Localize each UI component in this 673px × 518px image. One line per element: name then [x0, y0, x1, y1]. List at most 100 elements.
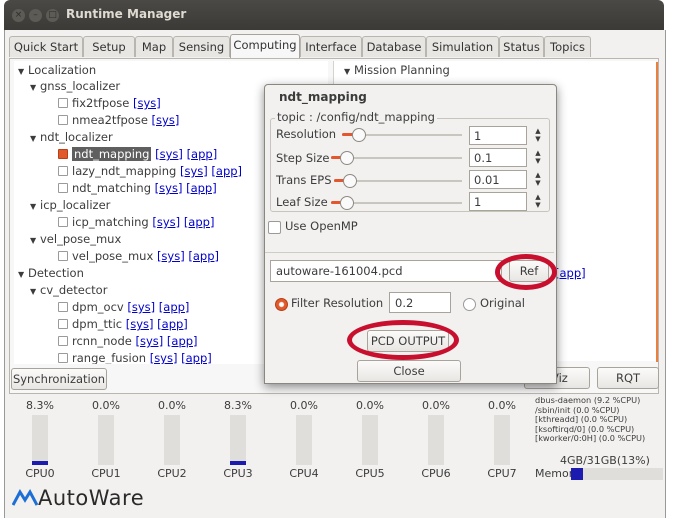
app-link[interactable]: [app]: [187, 147, 218, 161]
app-link[interactable]: [app]: [555, 266, 586, 280]
step-size-spinbox[interactable]: 0.1: [469, 148, 527, 167]
expand-arrow-icon[interactable]: ▼: [344, 64, 354, 80]
memory-usage-text: 4GB/31GB(13%): [560, 454, 650, 467]
leaf-size-label: Leaf Size: [276, 195, 328, 209]
spin-arrows-icon[interactable]: ▲ ▼: [533, 171, 543, 187]
maximize-window-icon[interactable]: □: [46, 9, 59, 22]
tree-item-dpm-ocv[interactable]: dpm_ocv [sys] [app]: [58, 299, 189, 315]
sys-link[interactable]: [sys]: [152, 215, 180, 229]
tree-item-fix2tfpose[interactable]: fix2tfpose [sys]: [58, 95, 161, 111]
minimize-window-icon[interactable]: –: [29, 9, 42, 22]
tree-group-localization[interactable]: ▼ Localization: [18, 62, 96, 78]
tree-item-vel-pose-mux[interactable]: vel_pose_mux [sys] [app]: [58, 248, 219, 264]
tab-simulation[interactable]: Simulation: [426, 36, 499, 57]
checkbox[interactable]: [58, 251, 68, 261]
app-link[interactable]: [app]: [211, 164, 242, 178]
tree-group-ndt-localizer[interactable]: ▼ ndt_localizer: [30, 129, 113, 145]
expand-arrow-icon[interactable]: ▼: [30, 199, 40, 215]
spin-arrows-icon[interactable]: ▲ ▼: [533, 127, 543, 143]
tab-topics[interactable]: Topics: [544, 36, 591, 57]
sys-link[interactable]: [sys]: [180, 164, 208, 178]
tab-status[interactable]: Status: [499, 36, 544, 57]
tree-group-vel-pose-mux[interactable]: ▼ vel_pose_mux: [30, 231, 121, 247]
app-link[interactable]: [app]: [184, 215, 215, 229]
sys-link[interactable]: [sys]: [152, 113, 180, 127]
close-window-icon[interactable]: ×: [12, 9, 25, 22]
sys-link[interactable]: [sys]: [155, 147, 183, 161]
expand-arrow-icon[interactable]: ▼: [30, 284, 40, 300]
tree-group-icp-localizer[interactable]: ▼ icp_localizer: [30, 197, 110, 213]
checkbox[interactable]: [58, 353, 68, 363]
expand-arrow-icon[interactable]: ▼: [18, 64, 28, 80]
tree-group-mission-planning[interactable]: ▼ Mission Planning: [344, 62, 450, 78]
app-link[interactable]: [app]: [188, 249, 219, 263]
app-link[interactable]: [app]: [167, 334, 198, 348]
tab-setup[interactable]: Setup: [83, 36, 135, 57]
leaf-size-slider-handle[interactable]: [340, 196, 354, 210]
app-link[interactable]: [app]: [181, 351, 212, 364]
checkbox[interactable]: [58, 217, 68, 227]
sys-link[interactable]: [sys]: [133, 96, 161, 110]
checkbox[interactable]: [58, 319, 68, 329]
sys-link[interactable]: [sys]: [126, 317, 154, 331]
step-size-slider-handle[interactable]: [340, 151, 354, 165]
sys-link[interactable]: [sys]: [157, 249, 185, 263]
tab-interface[interactable]: Interface: [300, 36, 362, 57]
leaf-size-spinbox[interactable]: 1: [469, 192, 527, 211]
tree-group-cv-detector[interactable]: ▼ cv_detector: [30, 282, 107, 298]
checkbox[interactable]: [58, 98, 68, 108]
trans-eps-slider-handle[interactable]: [343, 174, 357, 188]
tab-map[interactable]: Map: [135, 36, 173, 57]
dialog-title: ndt_mapping: [279, 90, 367, 104]
tree-item-icp-matching[interactable]: icp_matching [sys] [app]: [58, 214, 214, 230]
spin-arrows-icon[interactable]: ▲ ▼: [533, 149, 543, 165]
tree-item-ndt-mapping[interactable]: ndt_mapping [sys] [app]: [58, 146, 217, 162]
checkbox-checked[interactable]: [58, 149, 68, 159]
trans-eps-spinbox[interactable]: 0.01: [469, 170, 527, 189]
resolution-slider-handle[interactable]: [352, 128, 366, 142]
tree-group-gnss-localizer[interactable]: ▼ gnss_localizer: [30, 78, 120, 94]
close-button[interactable]: Close: [357, 360, 461, 382]
tree-group-detection[interactable]: ▼ Detection: [18, 265, 84, 281]
tab-sensing[interactable]: Sensing: [173, 36, 230, 57]
rqt-button[interactable]: RQT: [597, 367, 659, 389]
checkbox[interactable]: [58, 336, 68, 346]
tab-computing[interactable]: Computing: [230, 34, 300, 58]
checkbox[interactable]: [58, 183, 68, 193]
tree-item-dpm-ttic[interactable]: dpm_ttic [sys] [app]: [58, 316, 188, 332]
tab-quick-start[interactable]: Quick Start: [9, 36, 83, 57]
filter-resolution-radio[interactable]: [275, 298, 288, 311]
scroll-indicator[interactable]: [656, 62, 658, 362]
expand-arrow-icon[interactable]: ▼: [18, 267, 28, 283]
checkbox[interactable]: [58, 166, 68, 176]
spin-arrows-icon[interactable]: ▲ ▼: [533, 193, 543, 209]
app-link[interactable]: [app]: [159, 300, 190, 314]
app-link[interactable]: [app]: [186, 181, 217, 195]
sys-link[interactable]: [sys]: [155, 181, 183, 195]
tree-item-nmea2tfpose[interactable]: nmea2tfpose [sys]: [58, 112, 179, 128]
synchronization-button[interactable]: Synchronization: [11, 368, 107, 390]
cpu-percent: 0.0%: [158, 399, 186, 412]
checkbox[interactable]: [58, 115, 68, 125]
tab-database[interactable]: Database: [362, 36, 426, 57]
cpu-bar: [230, 415, 246, 465]
divider: [265, 252, 554, 253]
expand-arrow-icon[interactable]: ▼: [30, 131, 40, 147]
use-openmp-checkbox[interactable]: [268, 221, 281, 234]
filter-resolution-field[interactable]: 0.2: [389, 292, 451, 313]
resolution-spinbox[interactable]: 1: [469, 126, 527, 145]
tree-item-rcnn-node[interactable]: rcnn_node [sys] [app]: [58, 333, 198, 349]
tree-item-ndt-matching[interactable]: ndt_matching [sys] [app]: [58, 180, 217, 196]
original-radio[interactable]: [463, 298, 476, 311]
app-link[interactable]: [app]: [157, 317, 188, 331]
cpu-percent: 8.3%: [26, 399, 54, 412]
sys-link[interactable]: [sys]: [135, 334, 163, 348]
expand-arrow-icon[interactable]: ▼: [30, 233, 40, 249]
checkbox[interactable]: [58, 302, 68, 312]
tree-item-range-fusion[interactable]: range_fusion [sys] [app]: [58, 350, 212, 364]
pcd-filename-field[interactable]: autoware-161004.pcd: [270, 260, 502, 282]
expand-arrow-icon[interactable]: ▼: [30, 80, 40, 96]
sys-link[interactable]: [sys]: [127, 300, 155, 314]
sys-link[interactable]: [sys]: [150, 351, 178, 364]
tree-item-lazy-ndt-mapping[interactable]: lazy_ndt_mapping [sys] [app]: [58, 163, 242, 179]
